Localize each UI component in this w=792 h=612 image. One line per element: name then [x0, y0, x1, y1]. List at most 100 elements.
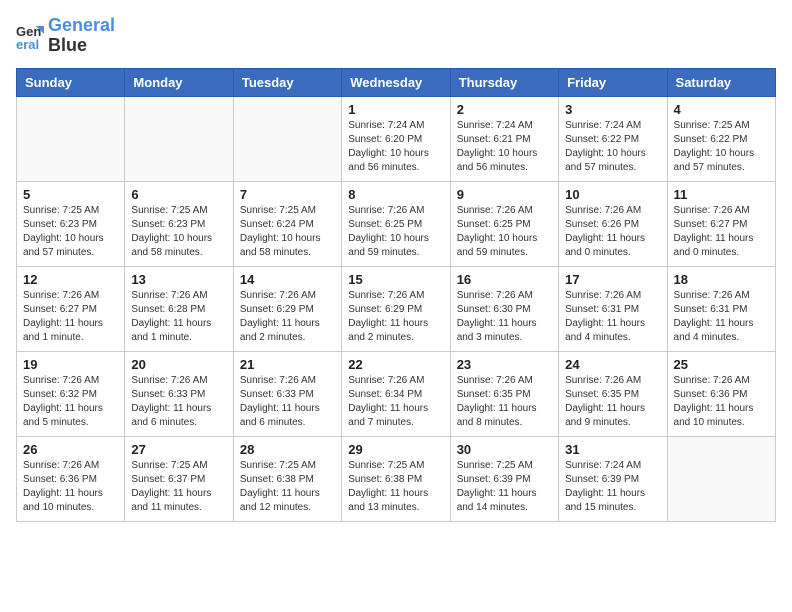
- day-number: 19: [23, 357, 118, 372]
- day-info: Daylight: 11 hours and 2 minutes.: [348, 317, 443, 345]
- day-number: 29: [348, 442, 443, 457]
- logo: Gen eral GeneralBlue: [16, 16, 115, 56]
- logo-icon: Gen eral: [16, 22, 44, 50]
- day-info: Daylight: 11 hours and 4 minutes.: [565, 317, 660, 345]
- day-info: Sunrise: 7:25 AM: [457, 459, 552, 473]
- day-number: 12: [23, 272, 118, 287]
- day-info: Sunset: 6:36 PM: [674, 388, 769, 402]
- day-cell: 1Sunrise: 7:24 AMSunset: 6:20 PMDaylight…: [342, 96, 450, 181]
- day-number: 25: [674, 357, 769, 372]
- day-number: 23: [457, 357, 552, 372]
- day-info: Sunrise: 7:25 AM: [348, 459, 443, 473]
- day-info: Sunrise: 7:26 AM: [348, 289, 443, 303]
- day-number: 15: [348, 272, 443, 287]
- day-cell: 7Sunrise: 7:25 AMSunset: 6:24 PMDaylight…: [233, 181, 341, 266]
- day-cell: 25 Sunrise: 7:26 AMSunset: 6:36 PMDayligh…: [667, 351, 775, 436]
- day-cell: 28Sunrise: 7:25 AMSunset: 6:38 PMDayligh…: [233, 436, 341, 521]
- day-info: Daylight: 10 hours and 59 minutes.: [457, 232, 552, 260]
- day-cell: 22Sunrise: 7:26 AMSunset: 6:34 PMDayligh…: [342, 351, 450, 436]
- day-cell: 3Sunrise: 7:24 AMSunset: 6:22 PMDaylight…: [559, 96, 667, 181]
- day-info: Sunrise: 7:26 AM: [674, 374, 769, 388]
- calendar-header-row: SundayMondayTuesdayWednesdayThursdayFrid…: [17, 68, 776, 96]
- header-thursday: Thursday: [450, 68, 558, 96]
- week-row-5: 26Sunrise: 7:26 AMSunset: 6:36 PMDayligh…: [17, 436, 776, 521]
- day-info: Sunset: 6:29 PM: [240, 303, 335, 317]
- day-cell: 21Sunrise: 7:26 AMSunset: 6:33 PMDayligh…: [233, 351, 341, 436]
- day-info: Sunrise: 7:26 AM: [457, 204, 552, 218]
- day-info: Daylight: 11 hours and 0 minutes.: [674, 232, 769, 260]
- day-info: Sunset: 6:31 PM: [674, 303, 769, 317]
- day-cell: 20Sunrise: 7:26 AMSunset: 6:33 PMDayligh…: [125, 351, 233, 436]
- week-row-3: 12Sunrise: 7:26 AMSunset: 6:27 PMDayligh…: [17, 266, 776, 351]
- day-info: Daylight: 11 hours and 1 minute.: [23, 317, 118, 345]
- day-info: Daylight: 11 hours and 2 minutes.: [240, 317, 335, 345]
- day-info: Daylight: 11 hours and 5 minutes.: [23, 402, 118, 430]
- day-info: Daylight: 11 hours and 9 minutes.: [565, 402, 660, 430]
- day-info: Sunrise: 7:24 AM: [565, 459, 660, 473]
- day-number: 27: [131, 442, 226, 457]
- day-number: 1: [348, 102, 443, 117]
- day-info: Daylight: 11 hours and 4 minutes.: [674, 317, 769, 345]
- day-info: Sunset: 6:38 PM: [348, 473, 443, 487]
- day-cell: [125, 96, 233, 181]
- day-info: Sunrise: 7:26 AM: [131, 374, 226, 388]
- day-info: Sunset: 6:32 PM: [23, 388, 118, 402]
- day-info: Daylight: 11 hours and 13 minutes.: [348, 487, 443, 515]
- day-number: 5: [23, 187, 118, 202]
- day-info: Sunset: 6:35 PM: [457, 388, 552, 402]
- week-row-4: 19Sunrise: 7:26 AMSunset: 6:32 PMDayligh…: [17, 351, 776, 436]
- day-info: Sunset: 6:31 PM: [565, 303, 660, 317]
- day-info: Sunrise: 7:26 AM: [240, 289, 335, 303]
- day-info: Sunrise: 7:26 AM: [674, 289, 769, 303]
- day-info: Daylight: 10 hours and 57 minutes.: [565, 147, 660, 175]
- day-info: Daylight: 11 hours and 7 minutes.: [348, 402, 443, 430]
- day-number: 18: [674, 272, 769, 287]
- day-info: Sunset: 6:27 PM: [674, 218, 769, 232]
- day-cell: 27Sunrise: 7:25 AMSunset: 6:37 PMDayligh…: [125, 436, 233, 521]
- day-cell: 29 Sunrise: 7:25 AMSunset: 6:38 PMDayligh…: [342, 436, 450, 521]
- day-number: 20: [131, 357, 226, 372]
- day-info: Sunrise: 7:26 AM: [131, 289, 226, 303]
- day-info: Sunrise: 7:25 AM: [674, 119, 769, 133]
- day-number: 28: [240, 442, 335, 457]
- day-cell: 19 Sunrise: 7:26 AMSunset: 6:32 PMDayligh…: [17, 351, 125, 436]
- day-number: 26: [23, 442, 118, 457]
- day-info: Sunrise: 7:26 AM: [348, 374, 443, 388]
- day-cell: 2Sunrise: 7:24 AMSunset: 6:21 PMDaylight…: [450, 96, 558, 181]
- day-cell: 16Sunrise: 7:26 AMSunset: 6:30 PMDayligh…: [450, 266, 558, 351]
- day-info: Sunrise: 7:24 AM: [565, 119, 660, 133]
- day-cell: 9Sunrise: 7:26 AMSunset: 6:25 PMDaylight…: [450, 181, 558, 266]
- day-info: Daylight: 11 hours and 8 minutes.: [457, 402, 552, 430]
- day-cell: 18 Sunrise: 7:26 AMSunset: 6:31 PMDayligh…: [667, 266, 775, 351]
- day-number: 2: [457, 102, 552, 117]
- day-info: Sunset: 6:25 PM: [348, 218, 443, 232]
- calendar-table: SundayMondayTuesdayWednesdayThursdayFrid…: [16, 68, 776, 522]
- day-cell: 13Sunrise: 7:26 AMSunset: 6:28 PMDayligh…: [125, 266, 233, 351]
- week-row-2: 5Sunrise: 7:25 AMSunset: 6:23 PMDaylight…: [17, 181, 776, 266]
- day-cell: 30Sunrise: 7:25 AMSunset: 6:39 PMDayligh…: [450, 436, 558, 521]
- logo-text: GeneralBlue: [48, 16, 115, 56]
- day-info: Sunrise: 7:26 AM: [240, 374, 335, 388]
- day-number: 21: [240, 357, 335, 372]
- day-info: Sunset: 6:22 PM: [674, 133, 769, 147]
- day-info: Sunrise: 7:26 AM: [457, 289, 552, 303]
- day-info: Sunrise: 7:26 AM: [23, 289, 118, 303]
- day-number: 16: [457, 272, 552, 287]
- day-cell: 23 Sunrise: 7:26 AMSunset: 6:35 PMDayligh…: [450, 351, 558, 436]
- day-info: Daylight: 11 hours and 10 minutes.: [23, 487, 118, 515]
- day-info: Daylight: 11 hours and 1 minute.: [131, 317, 226, 345]
- day-info: Daylight: 11 hours and 10 minutes.: [674, 402, 769, 430]
- day-info: Sunset: 6:37 PM: [131, 473, 226, 487]
- day-cell: 6Sunrise: 7:25 AMSunset: 6:23 PMDaylight…: [125, 181, 233, 266]
- day-info: Sunrise: 7:25 AM: [131, 204, 226, 218]
- day-info: Daylight: 11 hours and 6 minutes.: [131, 402, 226, 430]
- day-info: Daylight: 10 hours and 58 minutes.: [131, 232, 226, 260]
- day-info: Sunrise: 7:25 AM: [240, 459, 335, 473]
- day-cell: 31Sunrise: 7:24 AMSunset: 6:39 PMDayligh…: [559, 436, 667, 521]
- day-cell: 14Sunrise: 7:26 AMSunset: 6:29 PMDayligh…: [233, 266, 341, 351]
- day-info: Sunrise: 7:26 AM: [23, 374, 118, 388]
- day-info: Daylight: 10 hours and 56 minutes.: [348, 147, 443, 175]
- day-info: Sunset: 6:26 PM: [565, 218, 660, 232]
- day-info: Sunrise: 7:26 AM: [565, 289, 660, 303]
- day-info: Sunrise: 7:26 AM: [457, 374, 552, 388]
